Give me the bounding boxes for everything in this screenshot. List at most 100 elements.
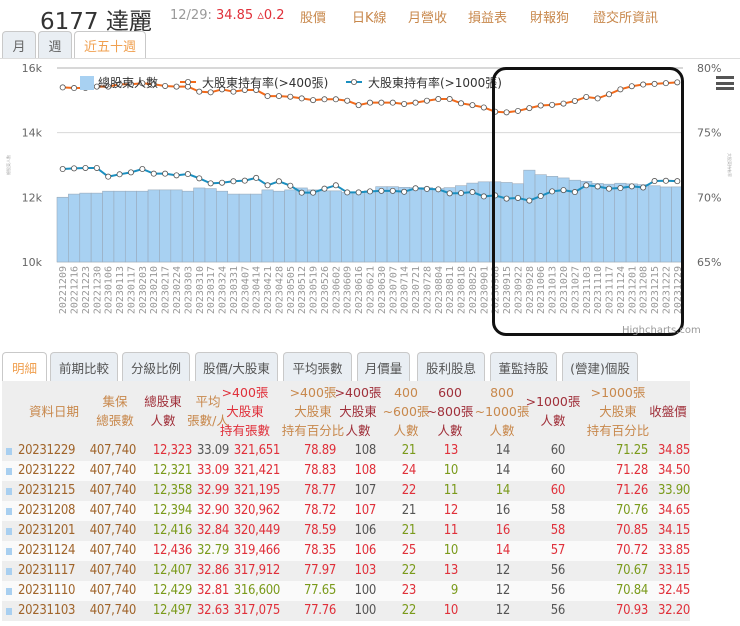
table-row[interactable]: 20231208 407,740 12,394 32.90 320,962 78.72 10… xyxy=(2,501,690,521)
table-cell: 32.81 xyxy=(197,583,229,598)
line-point xyxy=(173,83,180,90)
table-header: 資料日期 集保 總張數 總股東 人數 平均 張數/人 >400張 大股東 持有張數 >400張 大股東… xyxy=(2,381,690,441)
link-statementdog[interactable]: 財報狗 xyxy=(530,7,569,26)
table-cell: 77.65 xyxy=(304,583,336,598)
table-tab-monthly-price-volume[interactable]: 月價量 xyxy=(357,352,410,381)
table-cell: 77.76 xyxy=(304,603,336,618)
x-axis-label: 20230113 xyxy=(115,266,126,314)
chart-credit[interactable]: Highcharts.com xyxy=(622,325,701,336)
bar-shareholders xyxy=(238,193,251,263)
table-cell: 58 xyxy=(550,523,566,538)
table-tab-level-ratio[interactable]: 分級比例 xyxy=(122,352,190,381)
table-cell: 34.85 xyxy=(658,443,690,458)
bar-shareholders xyxy=(90,192,103,263)
table-cell: 60 xyxy=(550,483,566,498)
chart-menu-icon[interactable] xyxy=(716,76,734,90)
x-axis-label: 20230804 xyxy=(434,266,445,314)
table-cell: 407,740 xyxy=(89,543,137,558)
x-axis-label: 20230421 xyxy=(263,266,274,314)
line-point xyxy=(458,100,465,107)
table-cell: 14 xyxy=(495,463,511,478)
line-point xyxy=(458,190,465,197)
line-point xyxy=(401,188,408,195)
table-row[interactable]: 20231124 407,740 12,436 32.79 319,466 78.35 10… xyxy=(2,541,690,561)
table-cell: 14 xyxy=(495,443,511,458)
line-point xyxy=(196,175,203,182)
table-tab-director-holding[interactable]: 董監持股 xyxy=(490,352,557,381)
table-row[interactable]: 20231117 407,740 12,407 32.86 317,912 77.97 10… xyxy=(2,561,690,581)
table-cell: 16 xyxy=(495,503,511,518)
legend-series-1: 大股東持有率(>400張) xyxy=(202,75,328,90)
bar-shareholders xyxy=(307,189,320,263)
table-cell: 10 xyxy=(443,463,459,478)
table-cell: 20231103 xyxy=(18,603,76,618)
link-twse-info[interactable]: 證交所資訊 xyxy=(593,7,658,26)
table-row[interactable]: 20231222 407,740 12,321 33.09 321,421 78.83 10… xyxy=(2,461,690,481)
table-tab-dividend[interactable]: 股利股息 xyxy=(417,352,485,381)
x-axis-label: 20230901 xyxy=(479,266,490,314)
table-cell: 25 xyxy=(401,543,417,558)
tab-week[interactable]: 週 xyxy=(38,31,72,58)
line-point xyxy=(150,170,157,177)
bar-shareholders xyxy=(56,197,69,263)
line-point xyxy=(298,95,305,102)
bar-shareholders xyxy=(204,188,217,263)
row-marker-icon xyxy=(6,468,12,475)
table-cell: 34.15 xyxy=(658,523,690,538)
table-cell: 13 xyxy=(443,563,459,578)
table-tab-detail[interactable]: 明細 xyxy=(2,352,47,381)
table-cell: 12,416 xyxy=(152,523,192,538)
table-cell: 12 xyxy=(495,563,511,578)
table-cell: 21 xyxy=(401,443,417,458)
bar-shareholders xyxy=(193,187,206,263)
table-row[interactable]: 20231229 407,740 12,323 33.09 321,651 78.89 10… xyxy=(2,441,690,461)
left-axis-tick: 16k xyxy=(22,62,43,75)
table-cell: 12,323 xyxy=(152,443,192,458)
x-axis-label: 20230621 xyxy=(366,266,377,314)
bar-shareholders xyxy=(398,187,411,263)
link-stock-price[interactable]: 股價 xyxy=(300,7,326,26)
table-row[interactable]: 20231215 407,740 12,358 32.99 321,195 78.77 10… xyxy=(2,481,690,501)
tab-last-50-weeks[interactable]: 近五十週 xyxy=(74,31,146,58)
table-cell: 32.90 xyxy=(197,503,229,518)
line-point xyxy=(435,96,442,103)
tab-month[interactable]: 月 xyxy=(2,31,36,58)
table-tab-price-major[interactable]: 股價/大股東 xyxy=(195,352,278,381)
table-row[interactable]: 20231201 407,740 12,416 32.84 320,449 78.59 10… xyxy=(2,521,690,541)
table-cell: 321,421 xyxy=(233,463,281,478)
x-axis-label: 20230602 xyxy=(331,266,342,314)
table-tab-construction-stock[interactable]: (營建)個股 xyxy=(562,352,638,381)
line-point xyxy=(401,100,408,107)
table-cell: 12,497 xyxy=(152,603,192,618)
line-point xyxy=(355,102,362,109)
line-point xyxy=(264,93,271,100)
line-point xyxy=(480,193,487,200)
bar-shareholders xyxy=(284,189,297,263)
table-cell: 57 xyxy=(550,543,566,558)
table-cell: 9 xyxy=(450,583,458,598)
link-monthly-revenue[interactable]: 月營收 xyxy=(408,7,447,26)
x-axis-label: 20230324 xyxy=(218,266,229,314)
bar-shareholders xyxy=(136,190,149,263)
x-axis-label: 20230714 xyxy=(400,266,411,314)
table-cell: 20231222 xyxy=(18,463,76,478)
table-cell: 13 xyxy=(443,443,459,458)
table-tab-period-compare[interactable]: 前期比較 xyxy=(50,352,118,381)
x-axis-label: 20230721 xyxy=(411,266,422,314)
line-point xyxy=(332,182,339,189)
quote-date: 12/29: xyxy=(170,8,212,23)
right-axis-tick: 65% xyxy=(697,256,721,269)
table-row[interactable]: 20231110 407,740 12,429 32.81 316,600 77.65 10… xyxy=(2,581,690,601)
link-daily-k[interactable]: 日K線 xyxy=(352,7,387,26)
table-cell: 12,407 xyxy=(152,563,192,578)
legend-marker xyxy=(350,78,357,85)
column-header-line: 持有百分比 xyxy=(586,422,650,438)
link-income-statement[interactable]: 損益表 xyxy=(468,7,507,26)
table-cell: 33.15 xyxy=(658,563,690,578)
row-marker-icon xyxy=(6,448,12,455)
table-cell: 78.83 xyxy=(304,463,336,478)
table-tab-avg-lots[interactable]: 平均張數 xyxy=(283,352,352,381)
x-axis-label: 20230811 xyxy=(445,266,456,314)
table-cell: 100 xyxy=(354,583,377,598)
table-row[interactable]: 20231103 407,740 12,497 32.63 317,075 77.76 10… xyxy=(2,601,690,621)
